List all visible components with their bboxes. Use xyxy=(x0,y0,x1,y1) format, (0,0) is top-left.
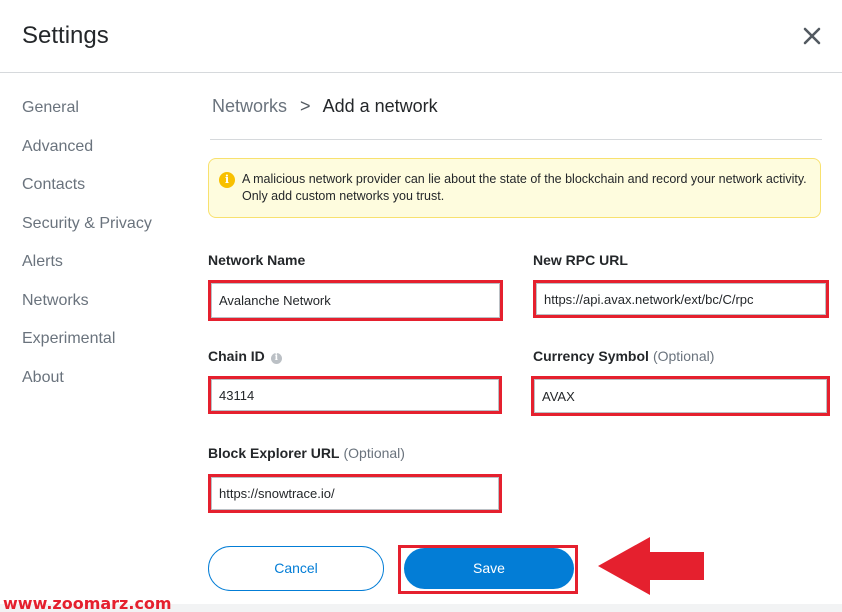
sidebar-item-about[interactable]: About xyxy=(22,366,192,405)
network-name-input[interactable] xyxy=(219,283,492,318)
breadcrumb-networks-link[interactable]: Networks xyxy=(212,96,287,116)
breadcrumb: Networks > Add a network xyxy=(212,96,438,117)
chain-id-label: Chain ID i xyxy=(208,348,282,364)
currency-symbol-label-text: Currency Symbol xyxy=(533,348,649,364)
sidebar-item-alerts[interactable]: Alerts xyxy=(22,250,192,289)
warning-text: A malicious network provider can lie abo… xyxy=(242,172,807,203)
save-button[interactable]: Save xyxy=(404,548,574,589)
pointer-arrow-icon xyxy=(598,537,704,595)
network-name-label-text: Network Name xyxy=(208,252,306,268)
chain-id-input[interactable] xyxy=(219,379,491,411)
info-icon[interactable]: i xyxy=(270,353,282,364)
warning-banner: i A malicious network provider can lie a… xyxy=(208,158,821,218)
breadcrumb-separator: > xyxy=(300,96,311,116)
rpc-url-label-text: New RPC URL xyxy=(533,252,628,268)
chain-id-field[interactable] xyxy=(208,376,502,414)
info-icon: i xyxy=(219,172,235,188)
close-icon[interactable] xyxy=(800,24,824,48)
network-name-field[interactable] xyxy=(208,280,503,321)
settings-header: Settings xyxy=(0,0,842,73)
settings-sidebar: General Advanced Contacts Security & Pri… xyxy=(22,96,192,404)
optional-tag: (Optional) xyxy=(652,348,715,364)
rpc-url-label: New RPC URL xyxy=(533,252,628,268)
sidebar-item-networks[interactable]: Networks xyxy=(22,289,192,328)
rpc-url-input[interactable] xyxy=(544,283,818,315)
currency-symbol-input[interactable] xyxy=(542,379,819,413)
block-explorer-label-text: Block Explorer URL xyxy=(208,445,340,461)
divider xyxy=(210,139,822,140)
currency-symbol-field[interactable] xyxy=(531,376,830,416)
sidebar-item-contacts[interactable]: Contacts xyxy=(22,173,192,212)
chain-id-label-text: Chain ID xyxy=(208,348,265,364)
sidebar-item-experimental[interactable]: Experimental xyxy=(22,327,192,366)
block-explorer-label: Block Explorer URL (Optional) xyxy=(208,445,405,461)
watermark: www.zoomarz.com xyxy=(3,594,172,612)
rpc-url-field[interactable] xyxy=(533,280,829,318)
sidebar-item-advanced[interactable]: Advanced xyxy=(22,135,192,174)
sidebar-item-general[interactable]: General xyxy=(22,96,192,135)
breadcrumb-current: Add a network xyxy=(322,96,438,116)
optional-tag: (Optional) xyxy=(343,445,405,461)
network-name-label: Network Name xyxy=(208,252,305,268)
currency-symbol-label: Currency Symbol (Optional) xyxy=(533,348,714,364)
page-title: Settings xyxy=(22,22,109,49)
cancel-button[interactable]: Cancel xyxy=(208,546,384,591)
sidebar-item-security-privacy[interactable]: Security & Privacy xyxy=(22,212,192,251)
block-explorer-input[interactable] xyxy=(219,477,491,510)
block-explorer-field[interactable] xyxy=(208,474,502,513)
